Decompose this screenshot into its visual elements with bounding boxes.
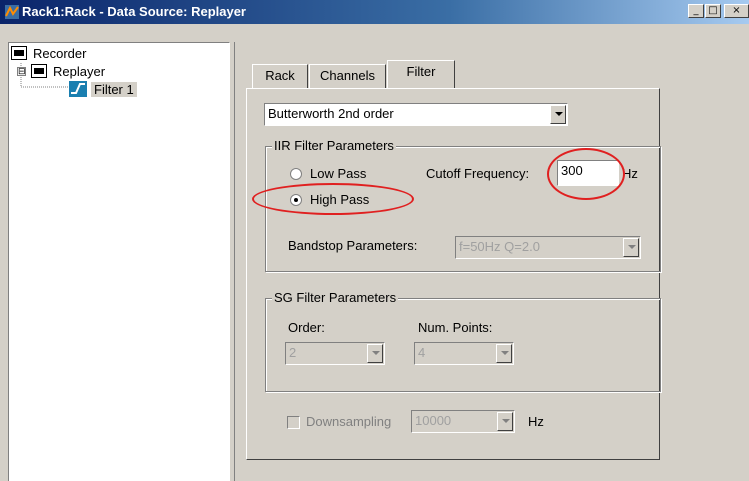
chevron-down-icon[interactable] (623, 238, 639, 257)
tree-item-label: Filter 1 (91, 82, 137, 97)
tree-item-filter-1[interactable]: Filter 1 (9, 81, 209, 99)
bandstop-parameters-label: Bandstop Parameters: (288, 238, 418, 253)
window-title: Rack1:Rack - Data Source: Replayer (22, 4, 246, 19)
rack-app-icon (5, 5, 19, 19)
chevron-down-icon[interactable] (497, 412, 513, 431)
order-select[interactable]: 2 (285, 342, 385, 365)
downsampling-value: 10000 (415, 413, 452, 428)
high-pass-radio[interactable] (290, 194, 302, 206)
tab-filter[interactable]: Filter (387, 60, 455, 88)
title-bar: Rack1:Rack - Data Source: Replayer _ □ × (0, 0, 749, 24)
downsampling-select[interactable]: 10000 (411, 410, 515, 433)
filter-type-select[interactable]: Butterworth 2nd order (264, 103, 568, 126)
cutoff-frequency-label: Cutoff Frequency: (426, 166, 530, 181)
tree-item-label: Recorder (33, 46, 87, 61)
tree-item-recorder[interactable]: Recorder (9, 45, 209, 63)
num-points-value: 4 (418, 345, 426, 360)
chevron-down-icon[interactable] (550, 105, 566, 124)
num-points-label: Num. Points: (418, 320, 493, 335)
chevron-down-icon[interactable] (367, 344, 383, 363)
filter-icon (69, 81, 87, 97)
order-value: 2 (289, 345, 297, 360)
replayer-icon (31, 64, 47, 78)
bandstop-parameters-select[interactable]: f=50Hz Q=2.0 (455, 236, 641, 259)
tree-item-replayer[interactable]: ⊟ Replayer (9, 63, 209, 81)
low-pass-label[interactable]: Low Pass (310, 166, 366, 181)
chevron-down-icon[interactable] (496, 344, 512, 363)
downsampling-label[interactable]: Downsampling (306, 414, 391, 429)
rack-tree[interactable]: Recorder ⊟ Replayer Filter 1 (8, 42, 230, 481)
iir-group-title: IIR Filter Parameters (272, 138, 396, 153)
close-button[interactable]: × (724, 4, 749, 18)
high-pass-label[interactable]: High Pass (310, 192, 369, 207)
tree-item-label: Replayer (53, 64, 106, 79)
filter-type-value: Butterworth 2nd order (268, 106, 394, 121)
cutoff-frequency-input[interactable]: 300 (557, 160, 619, 186)
tab-channels[interactable]: Channels (309, 64, 386, 88)
low-pass-radio[interactable] (290, 168, 302, 180)
collapse-toggle[interactable]: ⊟ (17, 67, 26, 76)
sg-group-title: SG Filter Parameters (272, 290, 399, 305)
bandstop-value: f=50Hz Q=2.0 (459, 239, 540, 254)
order-label: Order: (288, 320, 325, 335)
num-points-select[interactable]: 4 (414, 342, 514, 365)
tab-rack[interactable]: Rack (252, 64, 308, 88)
downsampling-unit-label: Hz (528, 414, 544, 429)
minimize-button[interactable]: _ (688, 4, 704, 18)
cutoff-unit-label: Hz (622, 166, 638, 181)
downsampling-checkbox[interactable] (287, 416, 300, 429)
maximize-button[interactable]: □ (705, 4, 721, 18)
recorder-icon (11, 46, 27, 60)
